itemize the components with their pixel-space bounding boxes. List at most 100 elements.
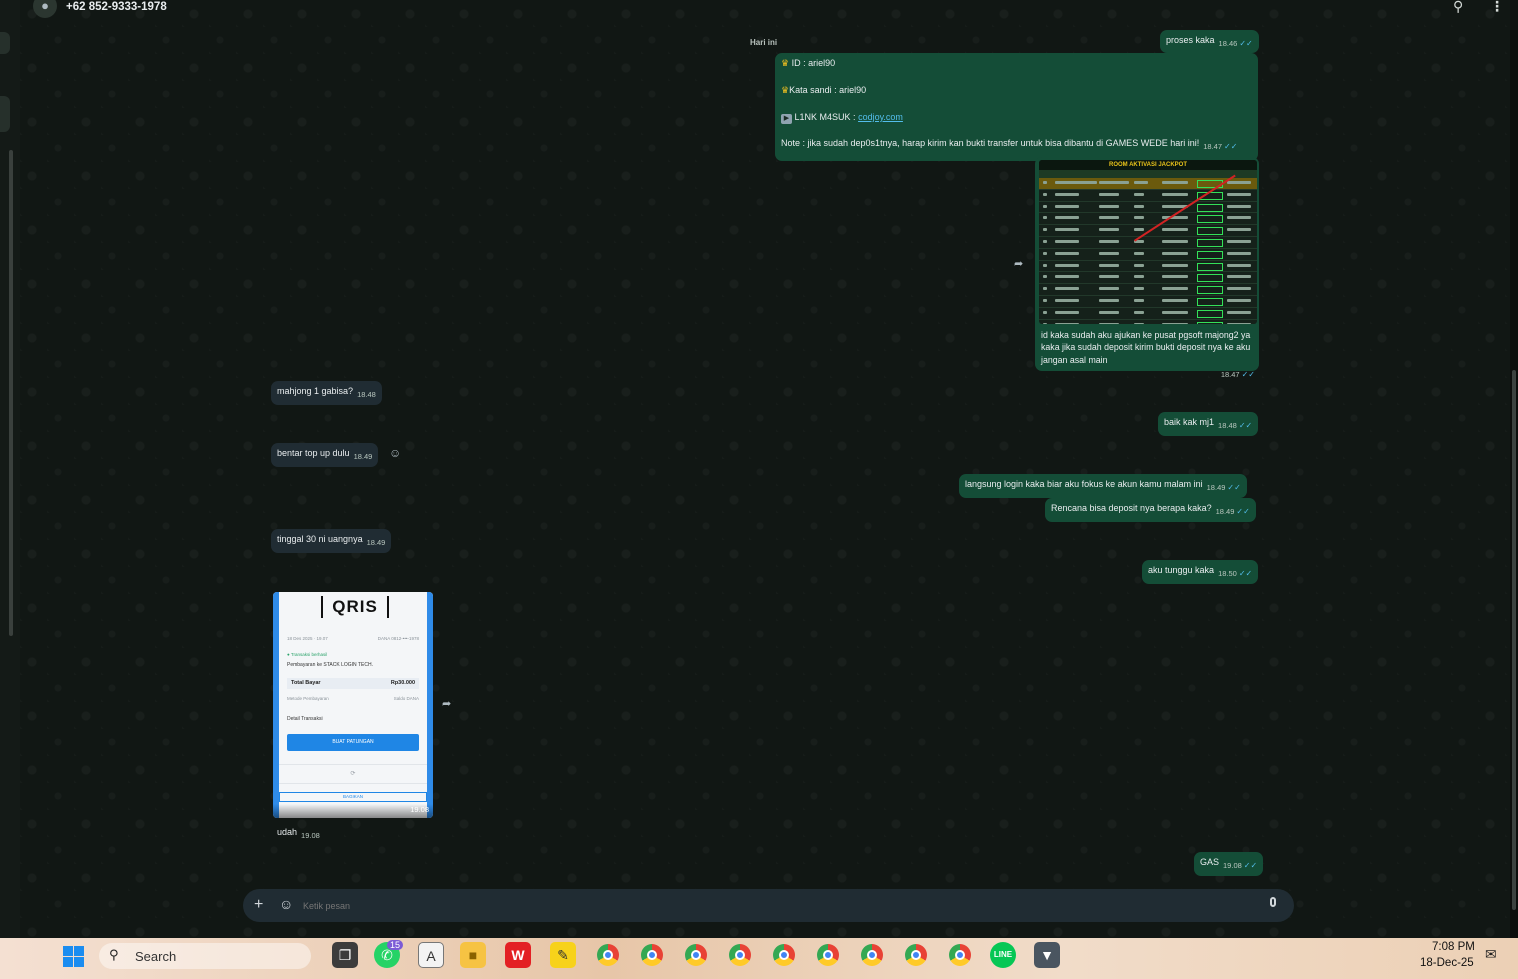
message-incoming[interactable]: tinggal 30 ni uangnya 18.49: [271, 529, 392, 553]
clock-time[interactable]: 7:08 PM: [1432, 941, 1475, 953]
credentials-password: ♛Kata sandi : ariel90: [781, 84, 1252, 111]
task-view-icon[interactable]: ❐: [332, 942, 358, 968]
message-time: 19.08: [1223, 861, 1242, 870]
read-ticks-icon: ✓✓: [1241, 370, 1255, 380]
message-time: 18.49: [1215, 507, 1235, 516]
left-strip-tab[interactable]: [0, 32, 10, 54]
message-time: 18.47: [1203, 142, 1222, 151]
chrome-profile-icon[interactable]: [597, 944, 619, 966]
message-time: 18.46: [1218, 39, 1238, 48]
chrome-profile-icon[interactable]: [641, 944, 663, 966]
react-emoji-icon[interactable]: ☺: [389, 446, 401, 460]
chat-scrollbar[interactable]: [1510, 30, 1518, 938]
chrome-profile-icon[interactable]: [685, 944, 707, 966]
password-line: Kata sandi : ariel90: [789, 85, 867, 95]
read-ticks-icon: ✓✓: [1224, 142, 1238, 151]
message-text: mahjong 1 gabisa?: [277, 386, 354, 396]
chrome-profile-icon[interactable]: [861, 944, 883, 966]
login-link[interactable]: codjoy.com: [858, 112, 903, 122]
chat-header: ● +62 852-9333-1978 ⚲ ⋮: [20, 0, 1510, 20]
line-app-icon[interactable]: LINE: [990, 942, 1016, 968]
credentials-id: ♛ ID : ariel90: [781, 57, 1252, 84]
jackpot-row: [1039, 296, 1257, 308]
app-icon[interactable]: ▼: [1034, 942, 1060, 968]
receipt-edge: [273, 592, 279, 818]
message-outgoing[interactable]: proses kaka 18.46 ✓✓: [1160, 30, 1259, 53]
left-scrollbar[interactable]: [9, 150, 13, 636]
jackpot-image-title: ROOM AKTIVASI JACKPOT: [1039, 160, 1257, 170]
jackpot-header-row: [1039, 170, 1257, 178]
message-incoming[interactable]: bentar top up dulu 18.49: [271, 443, 379, 467]
patungan-button[interactable]: BUAT PATUNGAN: [287, 734, 419, 751]
jackpot-row: [1039, 190, 1257, 202]
chat-background: [20, 0, 1510, 938]
jackpot-row: [1039, 272, 1257, 285]
contact-name[interactable]: +62 852-9333-1978: [66, 1, 167, 13]
whatsapp-badge: 15: [387, 940, 404, 950]
message-time: 18.48: [357, 390, 376, 399]
person-icon[interactable]: ●: [33, 0, 57, 18]
emoji-icon[interactable]: ☺: [279, 896, 293, 912]
method-label: Metode Pembayaran: [287, 696, 329, 701]
qris-receipt-image[interactable]: QRIS 18 Des 2025 · 19.07 DANA 0812-•••-19…: [273, 592, 433, 818]
wps-office-icon[interactable]: W: [505, 942, 531, 968]
share-button[interactable]: BAGIKAN: [279, 792, 427, 802]
message-text: bentar top up dulu: [277, 448, 350, 458]
jackpot-row: [1039, 237, 1257, 249]
read-ticks-icon: ✓✓: [1236, 507, 1250, 516]
chrome-profile-icon[interactable]: [729, 944, 751, 966]
chrome-profile-icon[interactable]: [949, 944, 971, 966]
message-outgoing[interactable]: GAS 19.08 ✓✓: [1194, 852, 1264, 876]
notepad-icon[interactable]: A: [418, 942, 444, 968]
clock-date[interactable]: 18-Dec-25: [1420, 957, 1474, 969]
windows-start-icon[interactable]: [63, 946, 84, 967]
message-outgoing[interactable]: aku tunggu kaka 18.50 ✓✓: [1142, 560, 1259, 584]
message-outgoing[interactable]: ♛ ID : ariel90 ♛Kata sandi : ariel90 ▶ L…: [775, 53, 1258, 161]
search-icon[interactable]: ⚲: [1453, 0, 1463, 15]
left-strip-tab[interactable]: [0, 96, 10, 132]
message-outgoing[interactable]: langsung login kaka biar aku fokus ke ak…: [959, 474, 1247, 498]
receipt-account: DANA 0812-•••-1978: [377, 636, 419, 641]
read-ticks-icon: ✓✓: [1238, 421, 1253, 430]
method-value: Saldo DANA: [393, 696, 419, 701]
login-link-line: ▶ L1NK M4SUK : codjoy.com: [781, 111, 1252, 137]
notification-bell-icon[interactable]: ✉: [1485, 946, 1497, 963]
message-text: Rencana bisa deposit nya berapa kaka?: [1051, 503, 1212, 513]
crown-icon: ♛: [781, 85, 790, 95]
message-time: 18.49: [1206, 483, 1226, 492]
forward-icon[interactable]: ➦: [1014, 257, 1023, 270]
message-outgoing[interactable]: baik kak mj1 18.48 ✓✓: [1158, 412, 1259, 436]
plus-icon[interactable]: +: [254, 896, 263, 914]
receipt-status: ● Transaksi berhasil: [287, 652, 327, 657]
message-incoming-caption[interactable]: udah 19.08: [271, 822, 326, 846]
message-time: 18.50: [1218, 569, 1237, 578]
message-time: 18.49: [366, 538, 386, 547]
mic-icon[interactable]: [1270, 897, 1276, 907]
message-input[interactable]: [301, 895, 1265, 917]
chrome-profile-icon[interactable]: [905, 944, 927, 966]
message-incoming[interactable]: mahjong 1 gabisa? 18.48: [271, 381, 382, 405]
left-strip: [0, 0, 21, 938]
message-outgoing[interactable]: Rencana bisa deposit nya berapa kaka? 18.…: [1045, 498, 1256, 522]
qris-logo: QRIS: [321, 596, 389, 618]
message-time: 18.49: [353, 452, 373, 461]
chrome-profile-icon[interactable]: [773, 944, 795, 966]
chrome-profile-icon[interactable]: [817, 944, 839, 966]
jackpot-row: [1039, 213, 1257, 226]
file-explorer-icon[interactable]: ■: [460, 942, 486, 968]
crown-icon: ♛: [781, 58, 790, 68]
jackpot-row: [1039, 308, 1257, 320]
forward-icon[interactable]: ➦: [442, 697, 451, 710]
message-text: proses kaka: [1166, 35, 1215, 45]
detail-label: Detail Transaksi: [287, 716, 323, 722]
read-ticks-icon: ✓✓: [1239, 39, 1253, 48]
message-text: GAS: [1200, 857, 1220, 867]
sticky-notes-icon[interactable]: ✎: [550, 942, 576, 968]
message-text: tinggal 30 ni uangnya: [277, 534, 363, 544]
jackpot-image[interactable]: ROOM AKTIVASI JACKPOT: [1039, 160, 1257, 324]
more-vertical-icon[interactable]: ⋮: [1490, 0, 1504, 15]
jackpot-row: [1039, 249, 1257, 261]
taskbar-search[interactable]: ⚲ Search: [99, 943, 311, 969]
image-caption: id kaka sudah aku ajukan ke pusat pgsoft…: [1041, 329, 1255, 382]
message-composer: + ☺: [243, 889, 1294, 922]
